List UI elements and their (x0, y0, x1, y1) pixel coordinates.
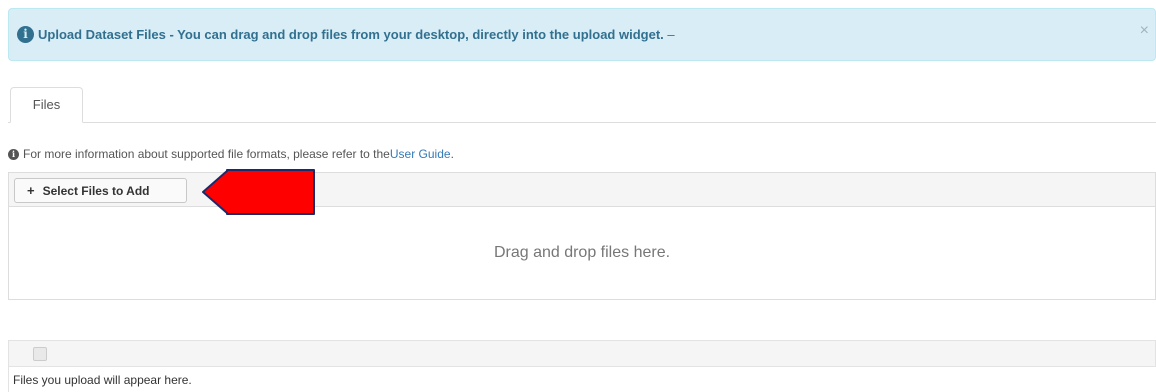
help-text-body: For more information about supported fil… (23, 147, 390, 161)
select-files-label: Select Files to Add (42, 183, 150, 198)
alert-message: Upload Dataset Files - You can drag and … (38, 27, 675, 42)
red-arrow-pointer (202, 169, 315, 215)
user-guide-link[interactable]: User Guide (390, 147, 451, 161)
info-circle-icon: i (17, 26, 34, 43)
alert-dash: – (663, 27, 675, 42)
select-files-button[interactable]: + Select Files to Add (14, 178, 187, 203)
help-text-suffix: . (450, 147, 454, 161)
files-table-header (8, 340, 1156, 367)
plus-icon: + (27, 183, 35, 198)
close-icon[interactable]: × (1140, 23, 1149, 39)
alert-message-text: Upload Dataset Files - You can drag and … (38, 27, 664, 42)
drop-zone[interactable]: Drag and drop files here. (8, 206, 1156, 300)
help-text: i For more information about supported f… (8, 146, 454, 162)
drop-zone-text: Drag and drop files here. (493, 244, 671, 261)
tab-files[interactable]: Files (10, 87, 83, 123)
tab-bar: Files (8, 87, 1156, 123)
info-circle-icon: i (8, 148, 19, 160)
upload-toolbar: + Select Files to Add (8, 172, 1156, 207)
select-all-checkbox[interactable] (33, 347, 47, 361)
upload-info-alert: i Upload Dataset Files - You can drag an… (8, 8, 1156, 61)
files-empty-message: Files you upload will appear here. (8, 367, 1156, 392)
